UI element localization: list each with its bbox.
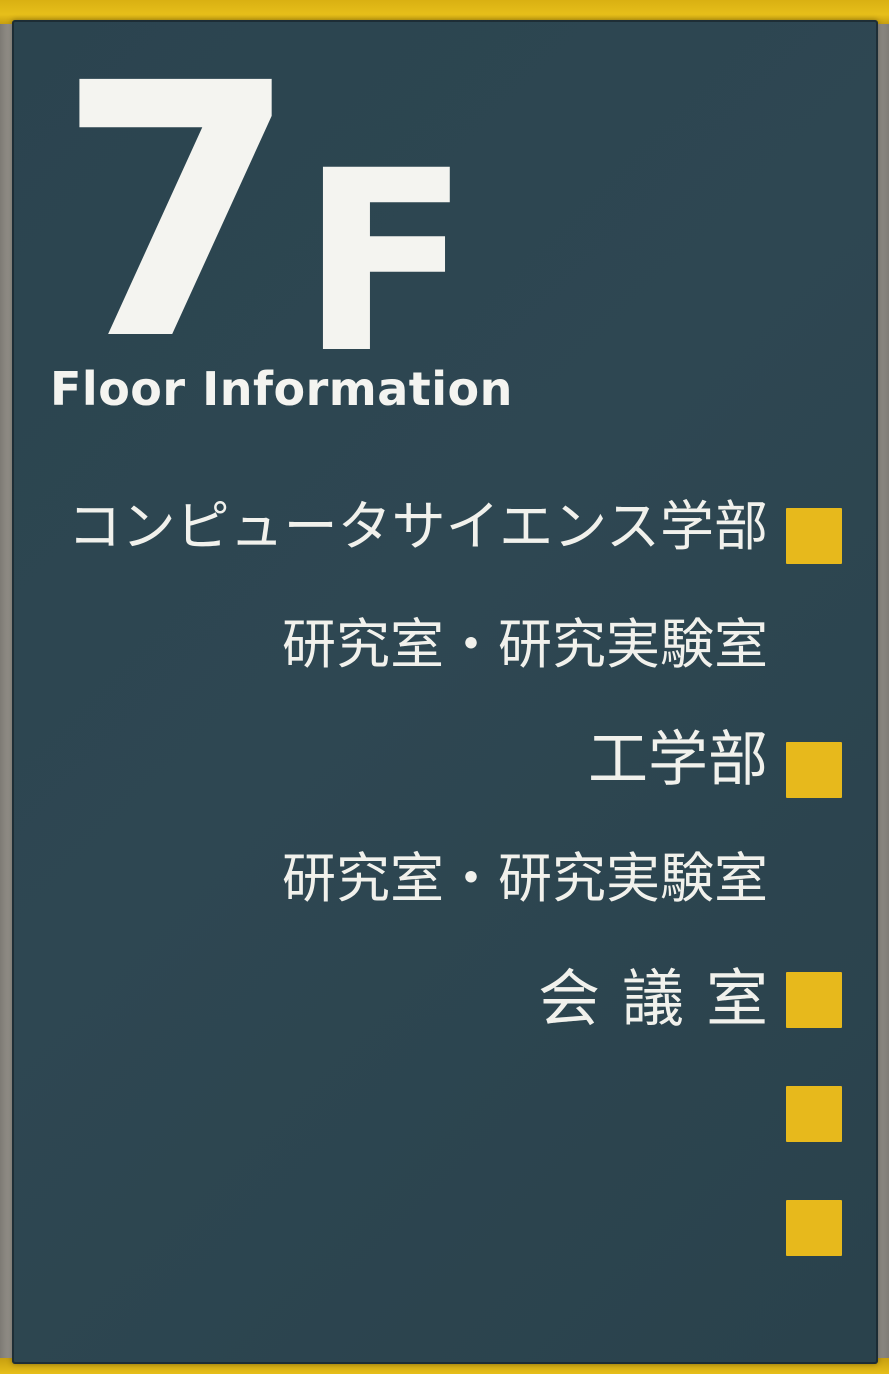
marker-computer-science <box>786 508 842 564</box>
floor-sign: 7 F Floor Information コンピュータサイエンス学部 研究室・… <box>12 20 878 1364</box>
floor-unit: F <box>300 117 471 408</box>
entry-meeting-room: 会議室 <box>537 962 790 1035</box>
entry-computer-science: コンピュータサイエンス学部 <box>67 495 768 558</box>
entry-labs-1: 研究室・研究実験室 <box>282 613 768 676</box>
marker-empty-1 <box>786 1086 842 1142</box>
marker-meeting-room <box>786 972 842 1028</box>
marker-empty-2 <box>786 1200 842 1256</box>
entry-engineering: 工学部 <box>588 725 768 795</box>
floor-number: 7 <box>56 9 300 417</box>
floor-information-label: Floor Information <box>50 362 513 416</box>
marker-engineering <box>786 742 842 798</box>
entry-labs-2: 研究室・研究実験室 <box>282 847 768 910</box>
